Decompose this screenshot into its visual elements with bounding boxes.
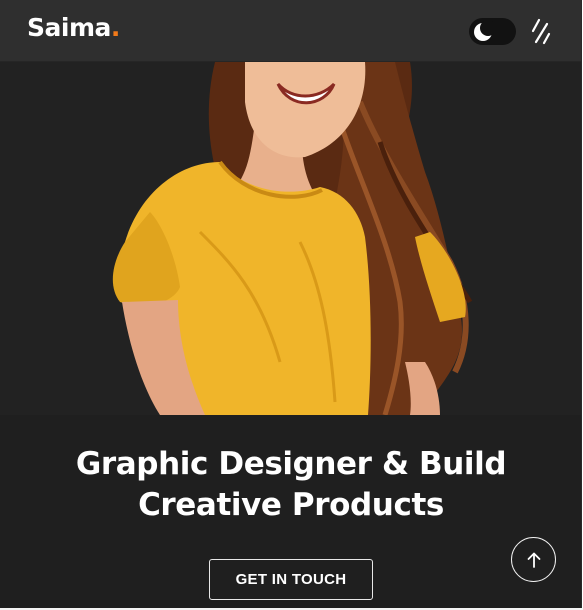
scroll-to-top-button[interactable] bbox=[511, 537, 556, 582]
get-in-touch-button[interactable]: GET IN TOUCH bbox=[209, 559, 373, 600]
hero-image bbox=[0, 62, 581, 415]
headline-line-2: Creative Products bbox=[138, 487, 444, 523]
logo-text: Saima bbox=[27, 13, 111, 42]
headline-line-1: Graphic Designer & Build bbox=[75, 446, 507, 482]
page: Saima. Graphic Designer & Build Creative… bbox=[0, 0, 582, 608]
arrow-up-icon bbox=[527, 552, 540, 568]
site-header: Saima. bbox=[0, 0, 581, 62]
hero-headline: Graphic Designer & Build Creative Produc… bbox=[0, 444, 581, 526]
logo[interactable]: Saima. bbox=[27, 13, 120, 42]
logo-dot: . bbox=[110, 13, 121, 42]
moon-icon bbox=[474, 21, 494, 41]
menu-button[interactable] bbox=[530, 17, 552, 45]
theme-toggle[interactable] bbox=[469, 18, 516, 45]
portrait-photo bbox=[112, 62, 473, 415]
menu-slashes-icon bbox=[531, 18, 551, 45]
